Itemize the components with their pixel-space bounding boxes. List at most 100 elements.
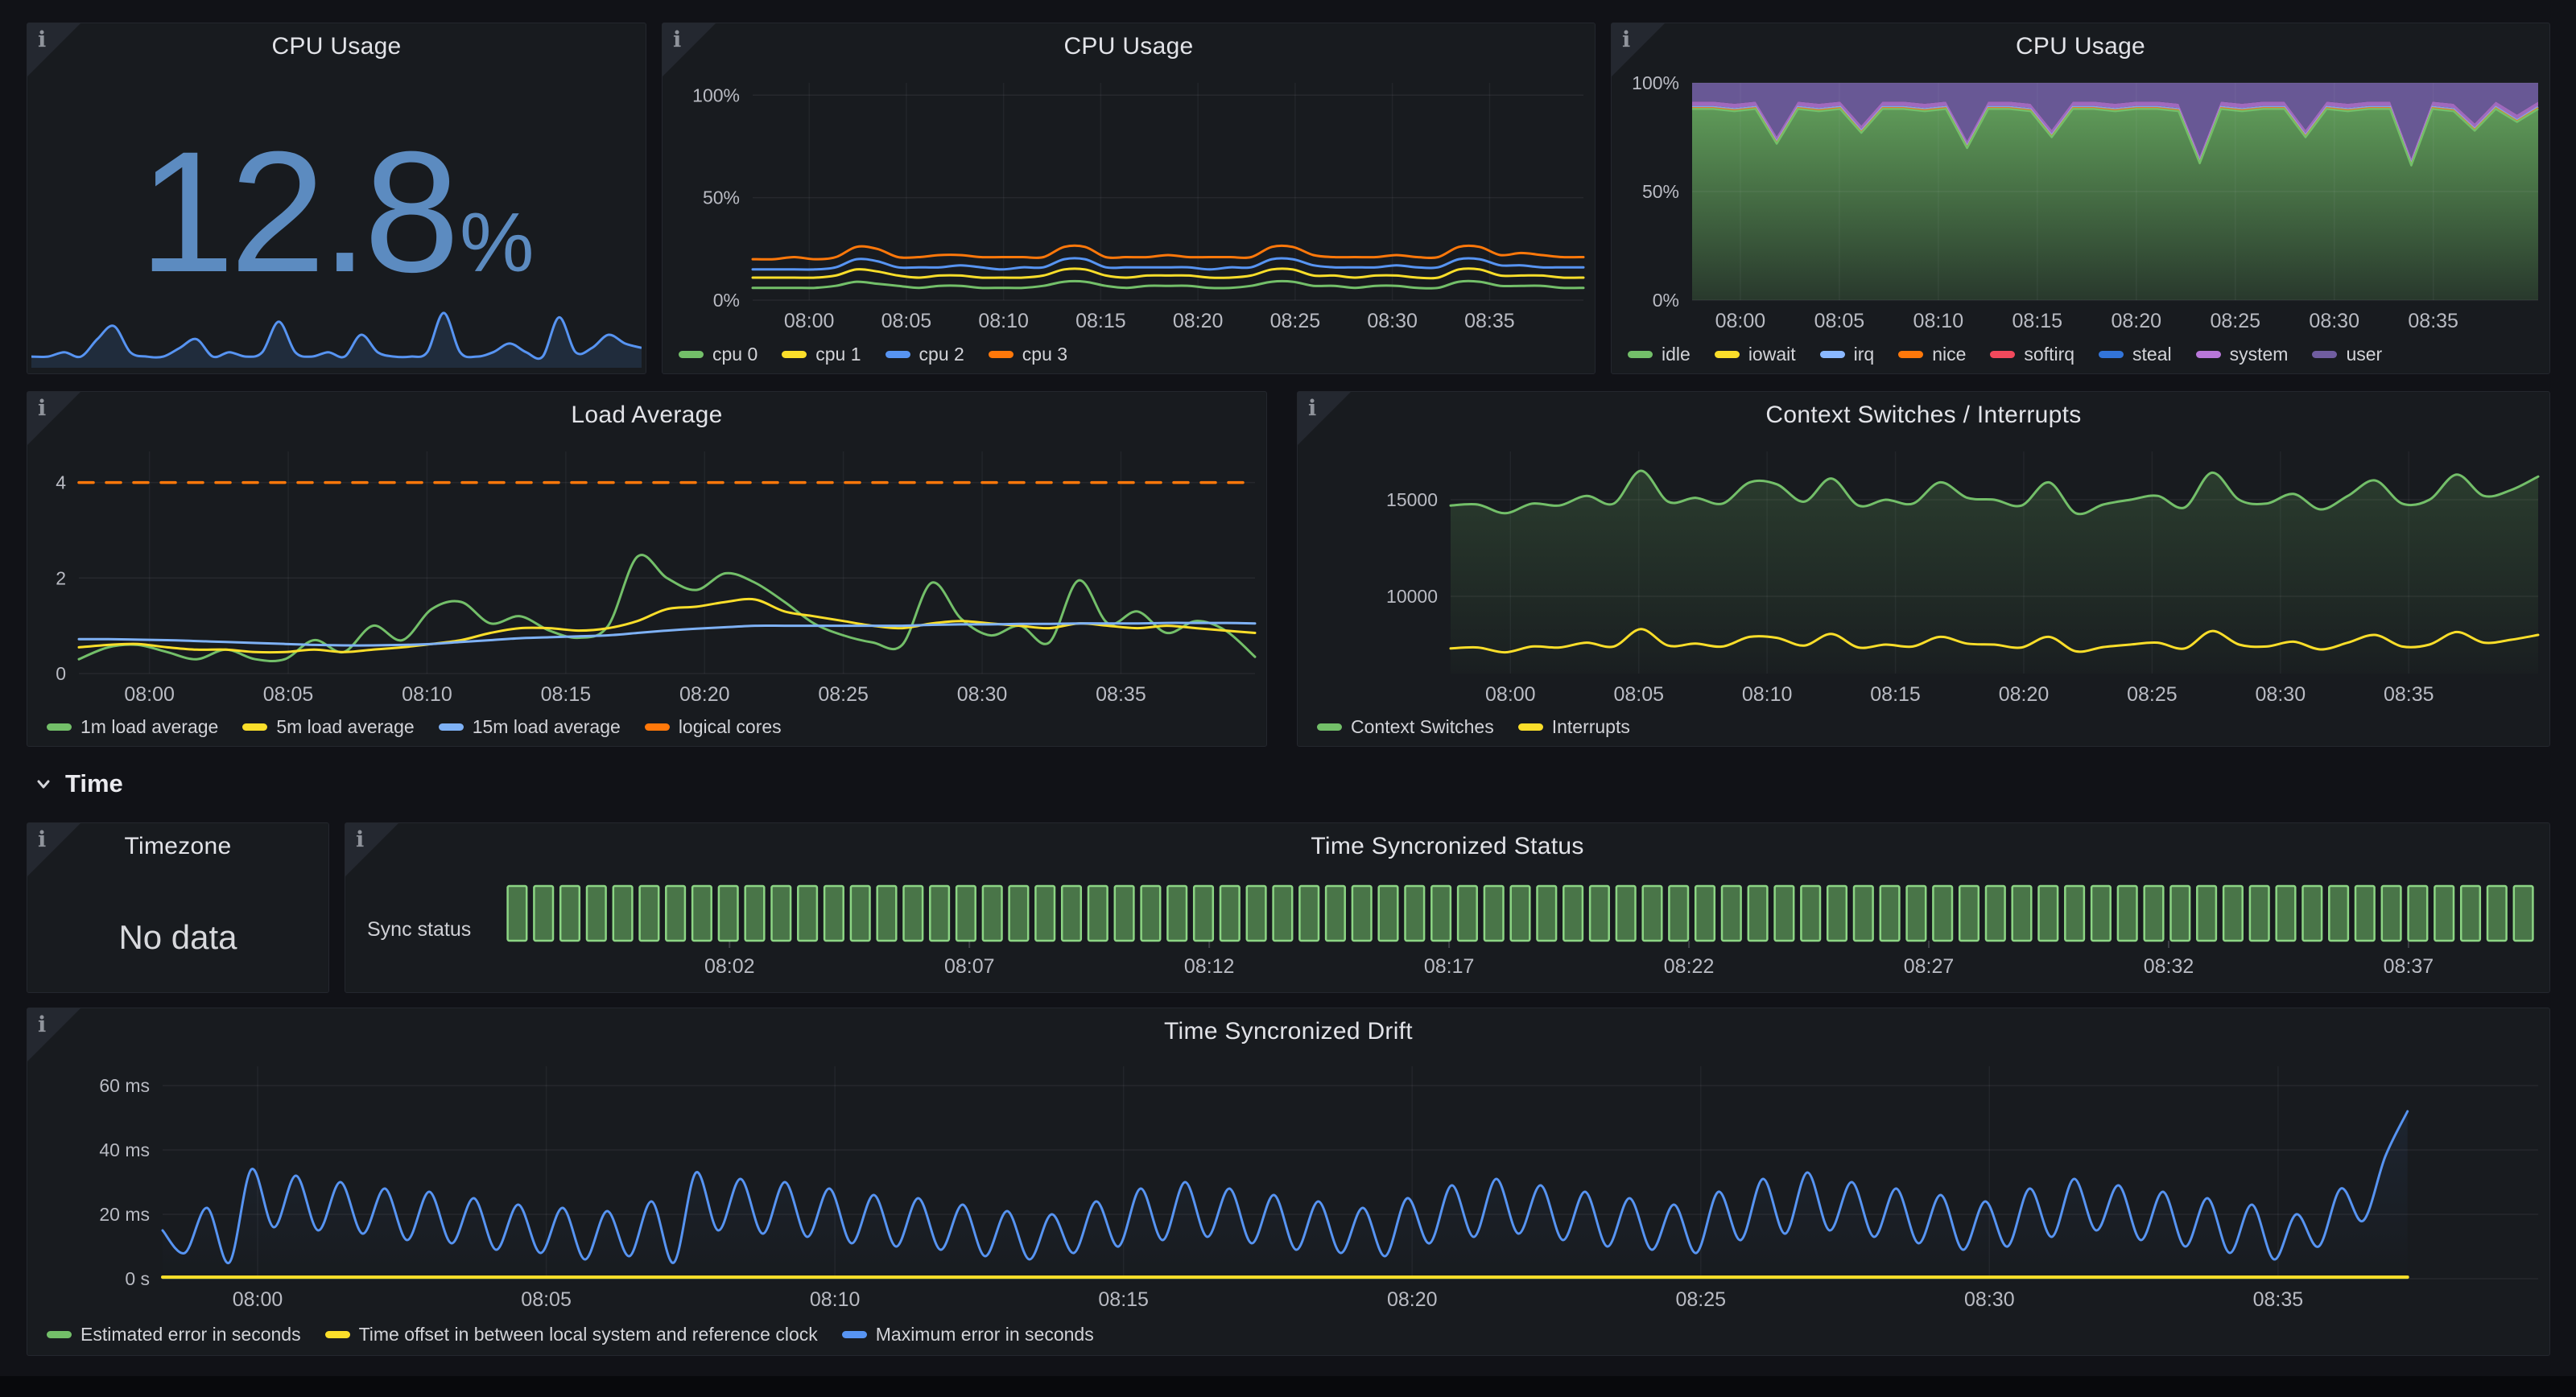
legend-swatch bbox=[886, 351, 910, 358]
svg-text:08:15: 08:15 bbox=[1075, 310, 1126, 332]
svg-text:60 ms: 60 ms bbox=[99, 1075, 150, 1096]
panel-timezone: i Timezone No data bbox=[27, 822, 329, 993]
legend-swatch bbox=[1317, 723, 1342, 731]
svg-text:08:22: 08:22 bbox=[1664, 955, 1715, 978]
legend-item[interactable]: cpu 3 bbox=[989, 344, 1067, 365]
legend-swatch bbox=[2312, 351, 2337, 358]
legend-item[interactable]: cpu 2 bbox=[886, 344, 964, 365]
time-drift-chart[interactable]: 0 s20 ms40 ms60 ms08:0008:0508:1008:1508… bbox=[27, 1053, 2549, 1311]
svg-text:08:25: 08:25 bbox=[1270, 310, 1321, 332]
svg-text:08:20: 08:20 bbox=[1173, 310, 1224, 332]
sync-status-timeline[interactable]: 08:0208:0708:1208:1708:2208:2708:3208:37 bbox=[345, 865, 2549, 991]
chart-legend: cpu 0 cpu 1 cpu 2 cpu 3 bbox=[679, 344, 1067, 365]
svg-text:08:05: 08:05 bbox=[521, 1288, 572, 1311]
svg-text:08:32: 08:32 bbox=[2144, 955, 2194, 978]
svg-text:0: 0 bbox=[56, 663, 66, 684]
legend-label: cpu 1 bbox=[815, 344, 861, 365]
svg-text:08:00: 08:00 bbox=[784, 310, 835, 332]
legend-swatch bbox=[1898, 351, 1923, 358]
panel-title: Context Switches / Interrupts bbox=[1298, 392, 2549, 439]
svg-text:08:07: 08:07 bbox=[944, 955, 995, 978]
svg-text:08:00: 08:00 bbox=[124, 683, 175, 706]
legend-item[interactable]: logical cores bbox=[645, 716, 782, 738]
svg-text:08:30: 08:30 bbox=[2309, 310, 2359, 332]
legend-label: 5m load average bbox=[276, 716, 414, 738]
legend-item[interactable]: iowait bbox=[1715, 344, 1796, 365]
svg-text:08:35: 08:35 bbox=[2253, 1288, 2304, 1311]
legend-item[interactable]: cpu 0 bbox=[679, 344, 758, 365]
chart-legend: 1m load average 5m load average 15m load a… bbox=[47, 716, 782, 738]
legend-item[interactable]: nice bbox=[1898, 344, 1966, 365]
panel-title: CPU Usage bbox=[1612, 23, 2549, 70]
panel-title: Time Syncronized Status bbox=[345, 823, 2549, 870]
chart-legend: Context Switches Interrupts bbox=[1317, 716, 1630, 738]
panel-time-sync-drift: i Time Syncronized Drift 0 s20 ms40 ms60… bbox=[27, 1008, 2550, 1356]
legend-swatch bbox=[47, 723, 72, 731]
legend-item[interactable]: 1m load average bbox=[47, 716, 218, 738]
panel-time-sync-status: i Time Syncronized Status Sync status 08… bbox=[345, 822, 2550, 993]
svg-text:08:35: 08:35 bbox=[1096, 683, 1146, 706]
legend-item[interactable]: Context Switches bbox=[1317, 716, 1494, 738]
legend-item[interactable]: 5m load average bbox=[242, 716, 414, 738]
info-icon: i bbox=[673, 27, 681, 52]
legend-swatch bbox=[645, 723, 670, 731]
panel-title: CPU Usage bbox=[27, 23, 646, 70]
svg-text:40 ms: 40 ms bbox=[99, 1139, 150, 1160]
svg-text:08:00: 08:00 bbox=[1715, 310, 1766, 332]
svg-text:08:35: 08:35 bbox=[2408, 310, 2458, 332]
cpu-per-core-chart[interactable]: 0%50%100%08:0008:0508:1008:1508:2008:250… bbox=[663, 70, 1595, 332]
svg-text:08:20: 08:20 bbox=[1999, 683, 2050, 706]
panel-title: CPU Usage bbox=[663, 23, 1595, 70]
svg-text:08:27: 08:27 bbox=[1904, 955, 1955, 978]
legend-item[interactable]: cpu 1 bbox=[782, 344, 861, 365]
legend-label: nice bbox=[1932, 344, 1966, 365]
svg-text:100%: 100% bbox=[692, 84, 740, 105]
legend-label: 15m load average bbox=[473, 716, 621, 738]
panel-cpu-usage-stat: i CPU Usage 12.8 % bbox=[27, 23, 646, 374]
svg-text:08:35: 08:35 bbox=[1464, 310, 1515, 332]
svg-text:08:05: 08:05 bbox=[263, 683, 314, 706]
svg-text:08:37: 08:37 bbox=[2384, 955, 2434, 978]
chart-legend: idle iowait irq nice softirq steal system user bbox=[1628, 344, 2382, 365]
legend-swatch bbox=[1518, 723, 1543, 731]
legend-label: Interrupts bbox=[1552, 716, 1630, 738]
chevron-down-icon bbox=[32, 773, 55, 795]
context-switches-chart[interactable]: 100001500008:0008:0508:1008:1508:2008:25… bbox=[1298, 439, 2549, 706]
legend-item[interactable]: Interrupts bbox=[1518, 716, 1630, 738]
legend-swatch bbox=[242, 723, 267, 731]
legend-swatch bbox=[989, 351, 1013, 358]
info-icon: i bbox=[38, 1012, 46, 1037]
svg-text:100%: 100% bbox=[1632, 72, 1679, 93]
panel-title: Load Average bbox=[27, 392, 1266, 439]
svg-text:08:25: 08:25 bbox=[2127, 683, 2178, 706]
legend-item[interactable]: irq bbox=[1820, 344, 1875, 365]
legend-item[interactable]: user bbox=[2312, 344, 2382, 365]
cpu-usage-sparkline[interactable] bbox=[31, 299, 642, 369]
panel-cpu-usage-stacked: i CPU Usage 0%50%100%08:0008:0508:1008:1… bbox=[1611, 23, 2550, 374]
legend-item[interactable]: steal bbox=[2099, 344, 2172, 365]
load-average-chart[interactable]: 02408:0008:0508:1008:1508:2008:2508:3008… bbox=[27, 439, 1266, 706]
legend-item[interactable]: Maximum error in seconds bbox=[842, 1324, 1094, 1345]
stat-value-group: 12.8 % bbox=[27, 126, 646, 299]
legend-swatch bbox=[325, 1331, 350, 1338]
svg-text:08:12: 08:12 bbox=[1184, 955, 1235, 978]
svg-text:08:20: 08:20 bbox=[1387, 1288, 1438, 1311]
legend-swatch bbox=[1715, 351, 1740, 358]
cpu-stacked-area-chart[interactable]: 0%50%100%08:0008:0508:1008:1508:2008:250… bbox=[1612, 70, 2549, 332]
legend-item[interactable]: Time offset in between local system and … bbox=[325, 1324, 818, 1345]
svg-text:08:35: 08:35 bbox=[2384, 683, 2434, 706]
legend-label: Maximum error in seconds bbox=[876, 1324, 1094, 1345]
legend-item[interactable]: 15m load average bbox=[439, 716, 621, 738]
panel-cpu-usage-per-core: i CPU Usage 0%50%100%08:0008:0508:1008:1… bbox=[662, 23, 1596, 374]
legend-item[interactable]: system bbox=[2196, 344, 2289, 365]
legend-item[interactable]: idle bbox=[1628, 344, 1690, 365]
svg-text:0 s: 0 s bbox=[125, 1268, 150, 1289]
section-label: Time bbox=[65, 769, 123, 798]
section-header-time[interactable]: Time bbox=[32, 763, 123, 805]
legend-item[interactable]: softirq bbox=[1990, 344, 2074, 365]
legend-item[interactable]: Estimated error in seconds bbox=[47, 1324, 301, 1345]
svg-text:2: 2 bbox=[56, 567, 66, 588]
info-icon: i bbox=[38, 396, 46, 421]
info-icon: i bbox=[1622, 27, 1630, 52]
svg-text:08:05: 08:05 bbox=[1613, 683, 1664, 706]
